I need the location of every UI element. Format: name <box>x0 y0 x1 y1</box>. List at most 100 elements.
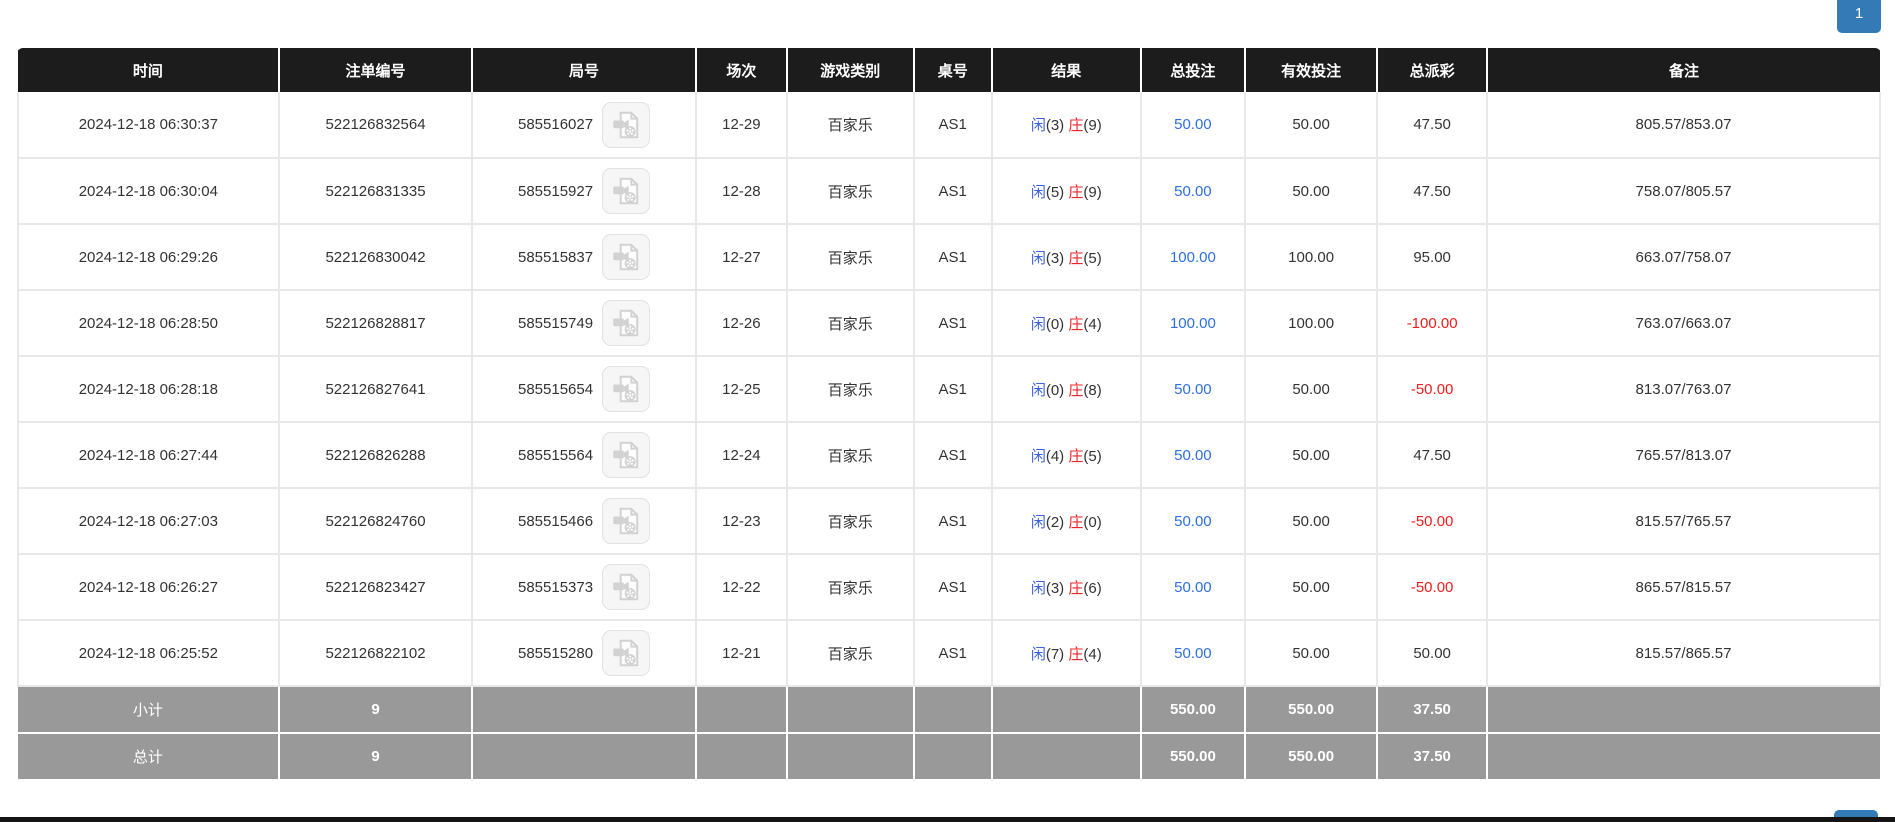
round-number: 585515654 <box>517 380 594 398</box>
table-row: 2024-12-18 06:28:18 522126827641 5855156… <box>17 356 1881 423</box>
table-body: 2024-12-18 06:30:37 522126832564 5855160… <box>17 92 1881 781</box>
table-row: 2024-12-18 06:30:04 522126831335 5855159… <box>17 158 1881 225</box>
cell-session: 12-29 <box>695 92 788 159</box>
summary-empty-result <box>991 733 1142 781</box>
video-replay-button[interactable] <box>602 101 651 148</box>
video-replay-button[interactable] <box>602 234 651 280</box>
result-player-points: (0) <box>1045 315 1065 333</box>
cell-total-bet[interactable]: 100.00 <box>1140 290 1247 357</box>
cell-total-bet[interactable]: 50.00 <box>1140 356 1247 423</box>
result-banker-label: 庄 <box>1068 117 1084 134</box>
result-player-label: 闲 <box>1030 579 1046 597</box>
summary-total-bet: 550.00 <box>1140 686 1247 734</box>
column-header-remark: 备注 <box>1487 48 1880 92</box>
cell-table-no: AS1 <box>913 422 993 489</box>
pagination-page-1-top[interactable]: 1 <box>1837 0 1881 33</box>
column-header-bet_id: 注单编号 <box>278 48 474 92</box>
cell-bet-id: 522126822102 <box>278 620 474 687</box>
cell-time: 2024-12-18 06:29:26 <box>17 224 280 291</box>
column-header-total_bet: 总投注 <box>1140 48 1247 92</box>
cell-total-bet[interactable]: 50.00 <box>1140 620 1247 687</box>
cell-session: 12-25 <box>695 356 788 423</box>
cell-bet-id: 522126827641 <box>278 356 474 423</box>
cell-payout: 47.50 <box>1377 422 1489 489</box>
cell-time: 2024-12-18 06:28:18 <box>17 356 280 423</box>
cell-game-type: 百家乐 <box>786 356 915 423</box>
round-number: 585515927 <box>517 182 594 200</box>
round-number: 585515837 <box>517 248 594 266</box>
cell-remark: 765.57/813.07 <box>1487 422 1881 489</box>
column-header-payout: 总派彩 <box>1377 48 1489 92</box>
cell-session: 12-27 <box>695 224 788 291</box>
cell-remark: 815.57/765.57 <box>1487 488 1881 555</box>
cell-bet-id: 522126832564 <box>278 92 474 159</box>
cell-valid-bet: 50.00 <box>1245 158 1379 225</box>
cell-valid-bet: 50.00 <box>1245 92 1379 159</box>
cell-remark: 663.07/758.07 <box>1487 224 1881 291</box>
cell-valid-bet: 50.00 <box>1245 620 1379 687</box>
video-replay-button[interactable] <box>602 432 651 478</box>
table-row: 2024-12-18 06:30:37 522126832564 5855160… <box>17 92 1881 159</box>
cell-game-type: 百家乐 <box>786 92 915 159</box>
cell-total-bet[interactable]: 100.00 <box>1140 224 1247 291</box>
cell-valid-bet: 50.00 <box>1245 488 1379 555</box>
result-banker-points: (8) <box>1083 381 1102 399</box>
cell-payout: -50.00 <box>1377 356 1489 423</box>
summary-empty-table <box>913 733 993 781</box>
cell-payout: 95.00 <box>1377 224 1489 291</box>
video-replay-button[interactable] <box>602 564 651 610</box>
cell-game-type: 百家乐 <box>786 290 915 357</box>
video-file-icon <box>613 375 639 403</box>
cell-table-no: AS1 <box>913 158 993 225</box>
result-banker-points: (5) <box>1083 447 1102 465</box>
summary-empty-session <box>695 686 788 734</box>
result-player-label: 闲 <box>1030 447 1046 465</box>
cell-total-bet[interactable]: 50.00 <box>1140 488 1247 555</box>
cell-total-bet[interactable]: 50.00 <box>1140 158 1247 225</box>
cell-bet-id: 522126823427 <box>278 554 474 621</box>
cell-result: 闲(3) 庄(6) <box>991 554 1142 621</box>
cell-session: 12-22 <box>695 554 788 621</box>
cell-game-type: 百家乐 <box>786 224 915 291</box>
cell-round-no: 585515749 <box>472 290 697 357</box>
result-banker-points: (4) <box>1083 645 1102 663</box>
result-player-label: 闲 <box>1030 513 1046 531</box>
cell-result: 闲(2) 庄(0) <box>991 488 1142 555</box>
summary-empty-game <box>786 686 915 734</box>
cell-session: 12-24 <box>695 422 788 489</box>
cell-time: 2024-12-18 06:26:27 <box>17 554 280 621</box>
column-header-result: 结果 <box>991 48 1142 92</box>
cell-total-bet[interactable]: 50.00 <box>1140 554 1247 621</box>
cell-session: 12-28 <box>695 158 788 225</box>
video-replay-button[interactable] <box>602 300 651 346</box>
result-banker-label: 庄 <box>1068 645 1084 663</box>
result-banker-label: 庄 <box>1068 447 1084 465</box>
summary-count: 9 <box>278 733 474 781</box>
summary-empty-session <box>695 733 788 781</box>
cell-table-no: AS1 <box>913 92 993 159</box>
result-banker-label: 庄 <box>1068 315 1084 333</box>
cell-payout: 47.50 <box>1377 158 1489 225</box>
cell-result: 闲(5) 庄(9) <box>991 158 1142 225</box>
cell-payout: 50.00 <box>1377 620 1489 687</box>
cell-result: 闲(4) 庄(5) <box>991 422 1142 489</box>
cell-total-bet[interactable]: 50.00 <box>1140 92 1247 159</box>
column-header-table_no: 桌号 <box>913 48 993 92</box>
summary-total-bet: 550.00 <box>1140 733 1247 781</box>
video-file-icon <box>613 309 639 337</box>
cell-payout: -100.00 <box>1377 290 1489 357</box>
cell-bet-id: 522126830042 <box>278 224 474 291</box>
table-row: 2024-12-18 06:29:26 522126830042 5855158… <box>17 224 1881 291</box>
cell-total-bet[interactable]: 50.00 <box>1140 422 1247 489</box>
result-banker-points: (9) <box>1083 117 1102 134</box>
video-replay-button[interactable] <box>602 630 651 676</box>
video-replay-button[interactable] <box>602 366 651 412</box>
cell-game-type: 百家乐 <box>786 620 915 687</box>
video-replay-button[interactable] <box>602 498 651 544</box>
video-replay-button[interactable] <box>602 168 651 214</box>
cell-table-no: AS1 <box>913 488 993 555</box>
cell-remark: 763.07/663.07 <box>1487 290 1881 357</box>
cell-payout: 47.50 <box>1377 92 1489 159</box>
result-player-points: (0) <box>1045 381 1065 399</box>
round-number: 585515564 <box>517 446 594 464</box>
